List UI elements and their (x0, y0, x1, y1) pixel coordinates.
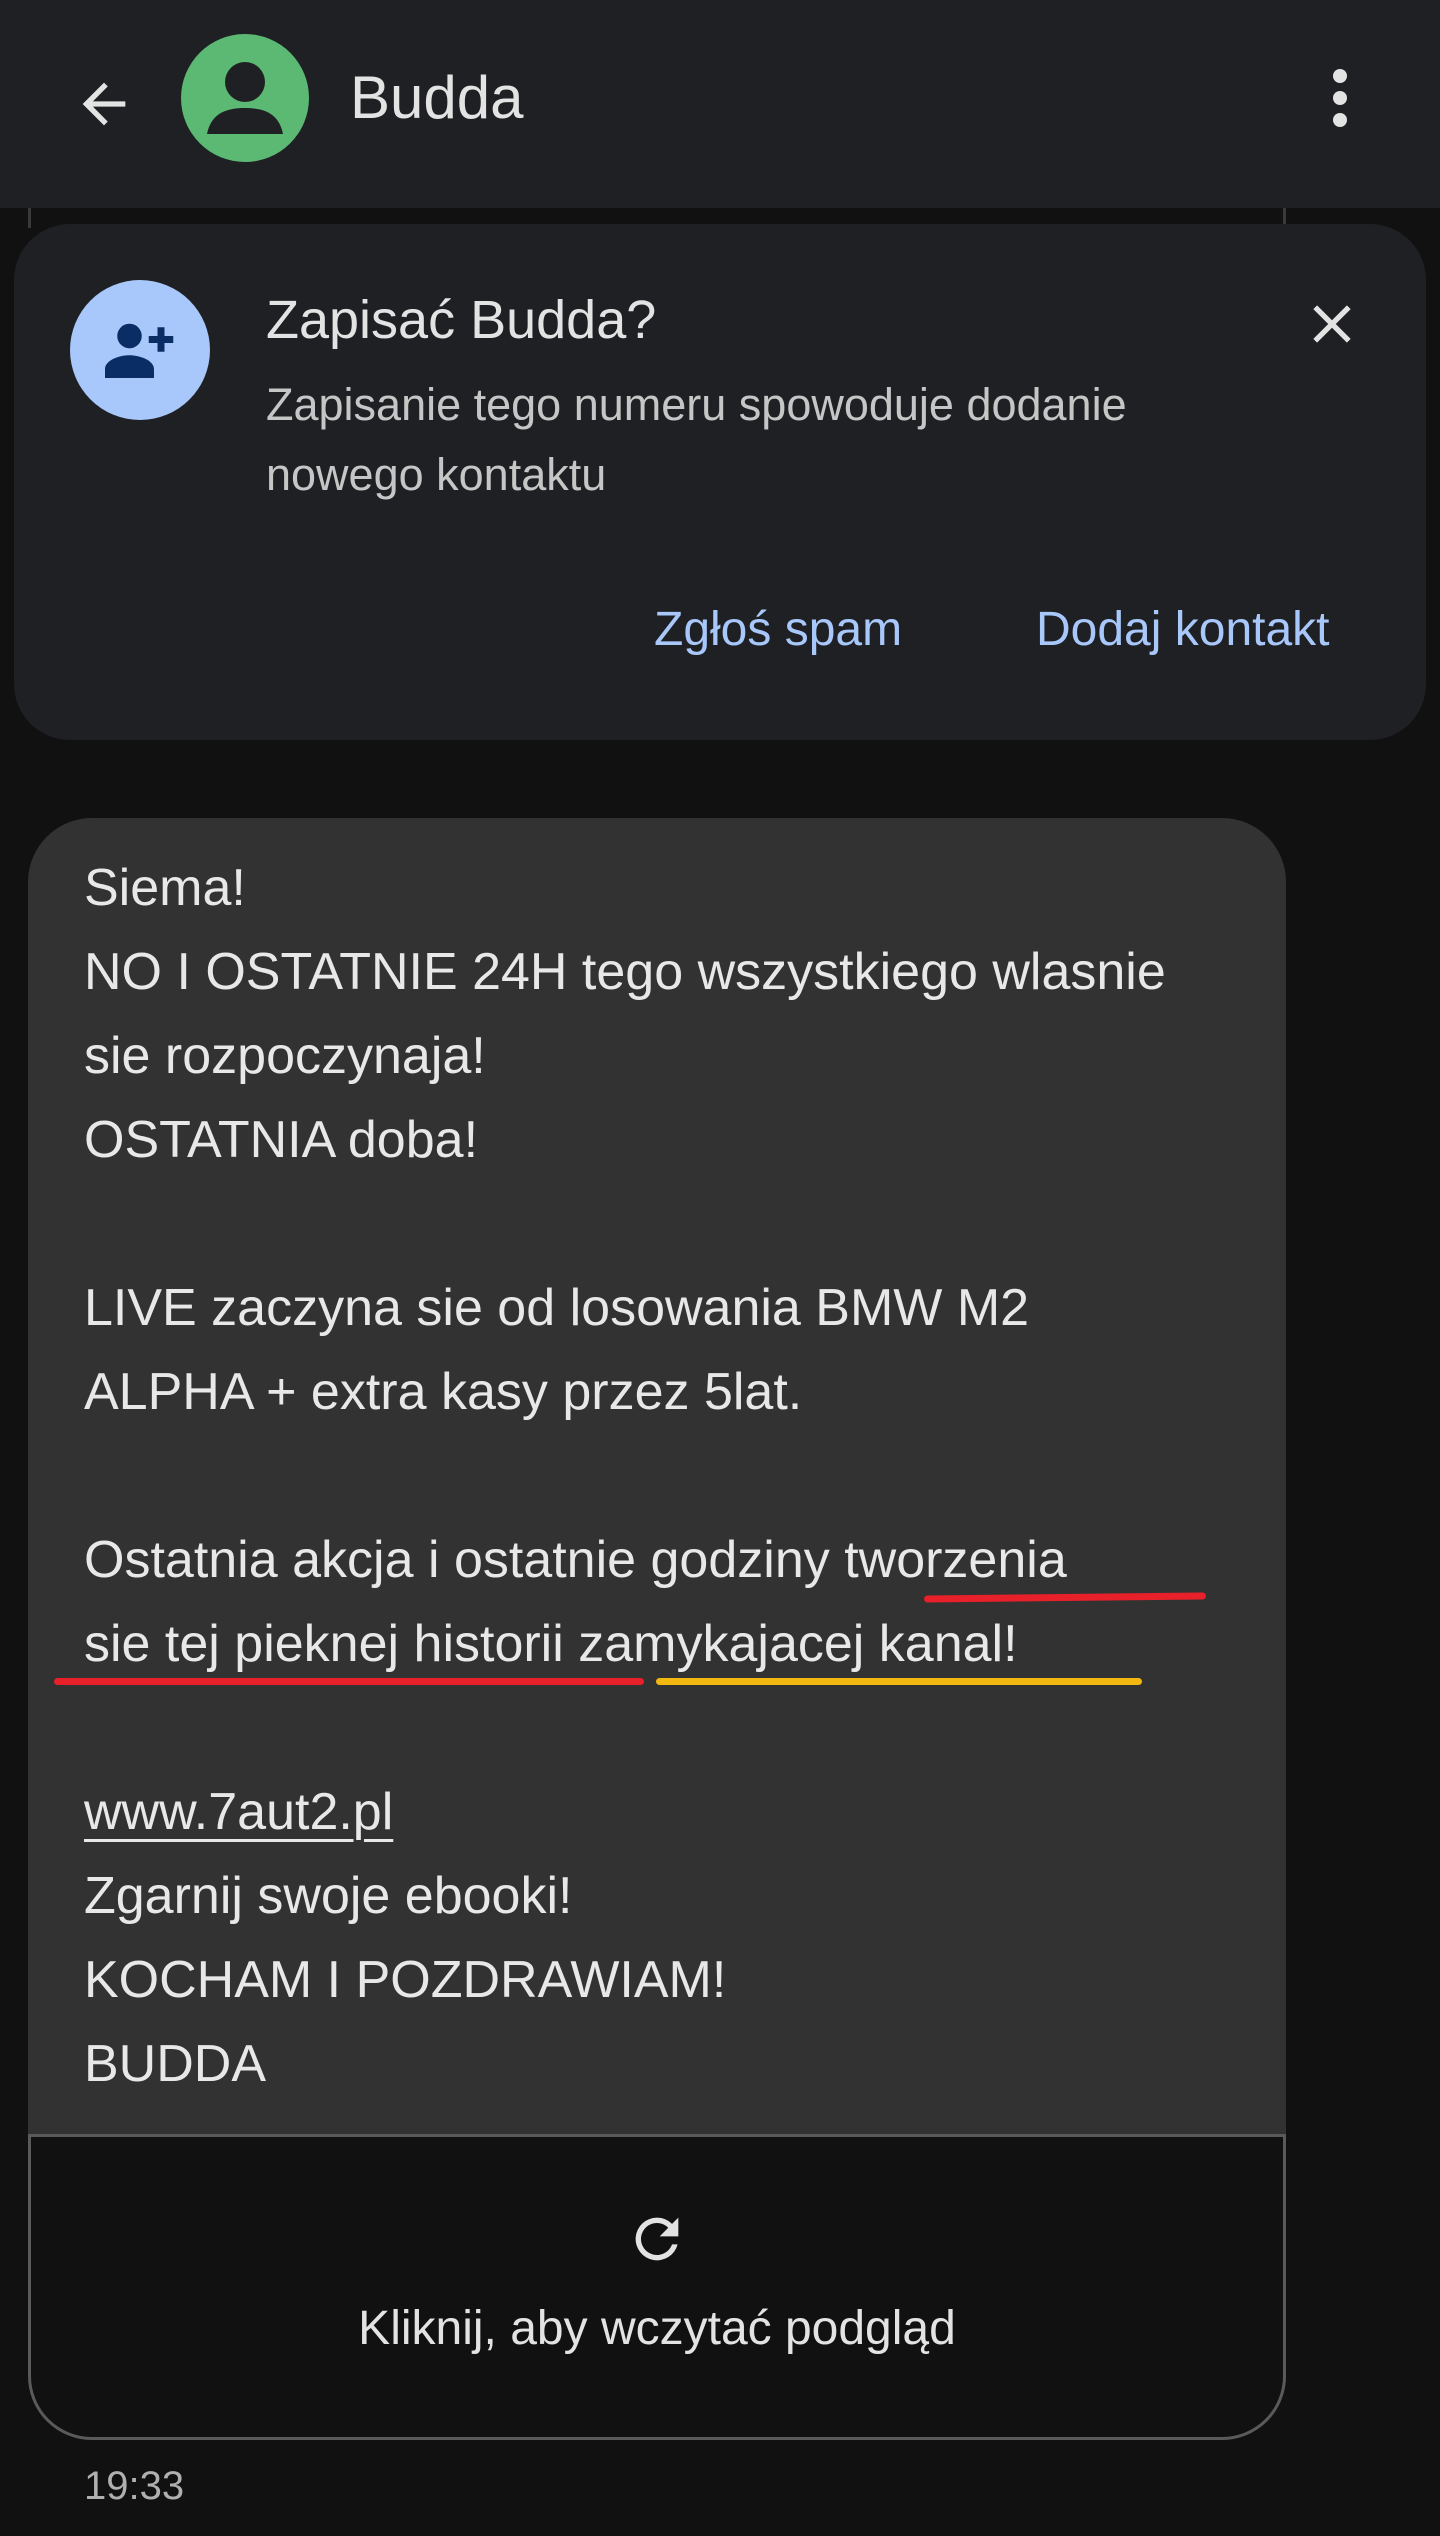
refresh-icon (635, 2217, 679, 2261)
person-icon (207, 62, 283, 134)
back-button[interactable] (56, 56, 152, 152)
partial-timestamp: 19:33 (670, 740, 770, 752)
load-preview-label: Kliknij, aby wczytać podgląd (358, 2302, 956, 2355)
save-contact-card: Zapisać Budda? Zapisanie tego numeru spo… (14, 224, 1426, 740)
app-bar: Budda (0, 0, 1440, 208)
avatar[interactable] (181, 34, 309, 162)
message-bubble[interactable]: Siema! NO I OSTATNIE 24H tego wszystkieg… (28, 818, 1286, 2440)
load-preview-button[interactable]: Kliknij, aby wczytać podgląd (28, 2197, 1286, 2397)
message-line: Zgarnij swoje ebooki! (84, 1867, 573, 1925)
report-spam-button[interactable]: Zgłoś spam (654, 598, 902, 662)
message-line: sie tej pieknej historii zamykajacej kan… (84, 1615, 1018, 1673)
message-line: sie rozpoczynaja! (84, 1027, 486, 1085)
more-options-button[interactable] (1300, 48, 1380, 148)
card-description: Zapisanie tego numeru spowoduje dodanie … (266, 379, 1127, 500)
message-line: ALPHA + extra kasy przez 5lat. (84, 1363, 803, 1421)
red-underline-annotation (923, 1592, 1207, 1603)
close-card-button[interactable] (1292, 284, 1372, 364)
bubble-edge-left (28, 208, 31, 228)
yellow-underline-annotation (656, 1678, 1142, 1685)
card-title: Zapisać Budda? (266, 290, 657, 350)
message-link[interactable]: www.7aut2.pl (84, 1780, 393, 1844)
person-add-icon (105, 323, 174, 378)
contact-name: Budda (350, 64, 524, 131)
message-line: NO I OSTATNIE 24H tego wszystkiego wlasn… (84, 943, 1166, 1001)
red-underline-annotation (54, 1678, 644, 1685)
arrow-left-icon (82, 82, 126, 126)
add-contact-button[interactable]: Dodaj kontakt (1036, 598, 1330, 662)
link-preview: Kliknij, aby wczytać podgląd (28, 2134, 1286, 2440)
message-line: Siema! (84, 859, 246, 917)
partial-timestamp-text: 19:33 (670, 740, 770, 750)
message-line: LIVE zaczyna sie od losowania BMW M2 (84, 1279, 1030, 1337)
message-line: BUDDA (84, 2035, 267, 2093)
message-timestamp: 19:33 (84, 2464, 185, 2508)
add-contact-avatar (70, 280, 210, 420)
message-line: OSTATNIA doba! (84, 1111, 479, 1169)
message-line: Ostatnia akcja i ostatnie godziny tworze… (84, 1531, 1067, 1589)
more-vert-icon (1333, 69, 1347, 127)
message-line: KOCHAM I POZDRAWIAM! (84, 1951, 727, 2009)
close-icon (1313, 305, 1351, 343)
